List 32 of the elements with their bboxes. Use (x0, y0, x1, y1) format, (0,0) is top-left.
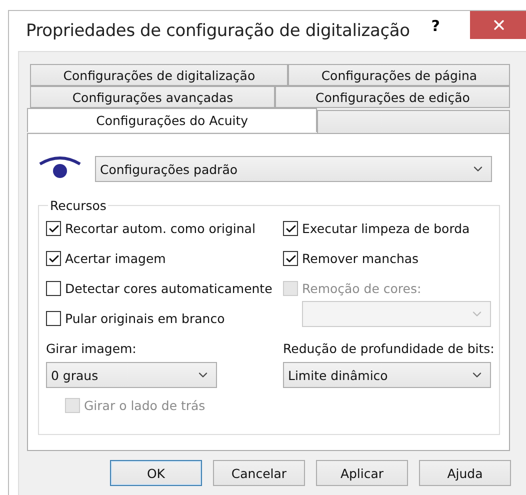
tab[interactable]: Configurações de página (288, 64, 510, 86)
dialog-button[interactable]: Cancelar (213, 460, 305, 486)
tab[interactable]: Configurações de digitalização (30, 64, 288, 86)
tab[interactable]: Configurações avançadas (30, 86, 276, 108)
tab[interactable]: Configurações do Acuity (27, 108, 318, 132)
field-label: Girar imagem: (46, 341, 138, 356)
checkbox[interactable] (46, 281, 61, 296)
help-button[interactable]: ? (431, 17, 440, 35)
field-label: Redução de profundidade de bits: (283, 341, 493, 356)
checkbox[interactable] (283, 251, 298, 266)
checkbox-label: Executar limpeza de borda (302, 221, 470, 236)
checkbox[interactable] (283, 221, 298, 236)
checkbox-label: Remoção de cores: (302, 281, 422, 296)
group-title: Recursos (49, 198, 108, 213)
checkbox[interactable] (46, 251, 61, 266)
dropdown[interactable]: Configurações padrão (95, 156, 492, 182)
dropdown[interactable]: Limite dinâmico (283, 362, 491, 388)
close-button[interactable] (470, 11, 526, 39)
dropdown[interactable]: 0 graus (46, 362, 217, 388)
checkbox[interactable] (46, 311, 61, 326)
dialog-button[interactable]: OK (110, 460, 202, 486)
dialog-button[interactable]: Aplicar (316, 460, 408, 486)
tab[interactable]: Configurações de edição (275, 86, 510, 108)
checkbox-label: Remover manchas (302, 251, 419, 266)
checkbox-label: Pular originais em branco (65, 311, 225, 326)
checkbox-label: Recortar autom. como original (65, 221, 256, 236)
checkbox[interactable] (46, 221, 61, 236)
checkbox-label: Girar o lado de trás (84, 398, 206, 413)
dialog-button[interactable]: Ajuda (419, 460, 511, 486)
checkbox-label: Acertar imagem (65, 251, 166, 266)
window-title: Propriedades de configuração de digitalização (26, 21, 411, 41)
checkbox-label: Detectar cores automaticamente (65, 281, 272, 296)
